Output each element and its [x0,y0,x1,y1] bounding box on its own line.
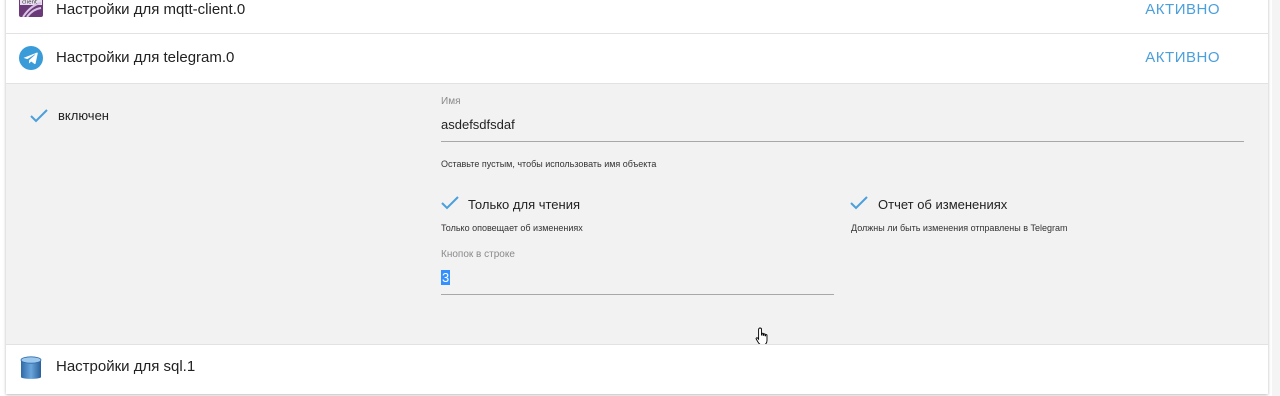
enabled-label: включен [58,108,109,123]
name-field-label: Имя [441,96,461,107]
telegram-title: Настройки для telegram.0 [56,49,235,66]
name-field-helper: Оставьте пустым, чтобы использовать имя … [441,159,657,169]
change-report-checkbox[interactable] [849,195,869,211]
name-field-input[interactable]: asdefsdfsdaf [441,117,515,132]
buttons-per-row-underline [441,294,834,295]
telegram-settings-panel: включен Имя asdefsdfsdaf Оставьте пустым… [6,83,1268,346]
mqtt-client-title: Настройки для mqtt-client.0 [56,1,246,18]
buttons-per-row-label: Кнопок в строке [441,249,515,260]
adapter-settings-list: client Настройки для mqtt-client.0 АКТИВ… [6,0,1268,394]
name-field-underline [441,141,1244,142]
buttons-per-row-input[interactable]: 3 [441,270,451,285]
mqtt-client-icon: client [19,0,43,18]
telegram-row[interactable]: Настройки для telegram.0 АКТИВНО [6,34,1268,83]
sql-title: Настройки для sql.1 [56,358,196,375]
change-report-helper: Должны ли быть изменения отправлены в Te… [851,223,1068,233]
read-only-checkbox[interactable] [440,195,460,211]
sql-row[interactable]: Настройки для sql.1 [6,345,1268,394]
telegram-icon [19,46,43,70]
read-only-label: Только для чтения [468,197,581,212]
buttons-per-row-value: 3 [441,270,451,285]
change-report-label: Отчет об изменениях [878,197,1008,212]
read-only-helper: Только оповещает об изменениях [441,223,583,233]
database-icon [20,356,42,380]
mqtt-client-icon-text: client [22,0,38,6]
page-scrollbar[interactable] [1272,0,1280,396]
mqtt-client-status[interactable]: АКТИВНО [1145,1,1220,18]
enabled-checkbox[interactable] [29,108,49,124]
mqtt-client-row[interactable]: client Настройки для mqtt-client.0 АКТИВ… [6,0,1268,33]
telegram-status[interactable]: АКТИВНО [1145,49,1220,66]
